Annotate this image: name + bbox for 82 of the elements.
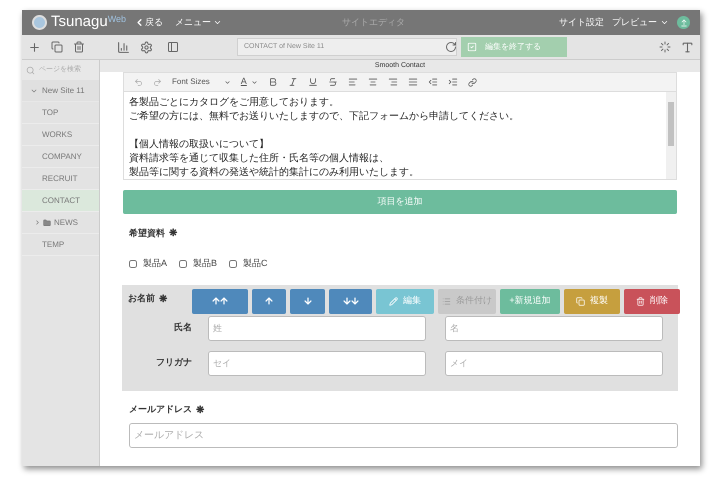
add-button[interactable]: +新規追加 — [500, 288, 560, 314]
caret-icon — [660, 18, 669, 27]
down-button[interactable] — [290, 288, 325, 314]
caret-icon — [213, 18, 222, 27]
reload-icon[interactable] — [445, 41, 457, 53]
field-label: お名前 — [128, 292, 155, 304]
row-label: フリガナ — [155, 356, 193, 370]
up-button[interactable] — [252, 288, 286, 314]
pencil-icon — [389, 296, 398, 306]
checkbox-label[interactable]: 製品A — [143, 257, 168, 270]
text-input[interactable]: 姓 — [208, 316, 426, 340]
editor-text-line: 資料請求等を通じて収集した住所・氏名等の個人情報は、 — [129, 152, 390, 166]
checkbox[interactable] — [129, 260, 137, 268]
align-justify-icon[interactable] — [408, 77, 418, 87]
font-size-dropdown[interactable]: Font Sizes — [172, 76, 231, 88]
logo-icon — [32, 15, 47, 30]
back-link[interactable]: 戻る — [134, 16, 164, 30]
preview-dropdown[interactable]: プレビュー — [612, 16, 669, 30]
field-label: 希望資料 — [129, 226, 165, 240]
caret-icon — [250, 78, 258, 86]
page-tree-item[interactable]: CONTACT — [22, 190, 99, 212]
search-icon — [26, 66, 35, 74]
delete-button[interactable]: 削除 — [624, 288, 680, 314]
editor-text-line: 各製品ごとにカタログをご用意しております。 — [129, 96, 340, 110]
spinner-icon[interactable] — [659, 41, 671, 53]
text-input[interactable]: メールアドレス — [129, 422, 678, 448]
required-mark: ❋ — [159, 292, 167, 306]
checkbox[interactable] — [179, 260, 188, 268]
text-input[interactable]: セイ — [208, 350, 426, 376]
text-input[interactable]: 名 — [445, 316, 663, 340]
required-mark: ❋ — [196, 404, 204, 418]
bottom-button[interactable] — [329, 288, 372, 314]
trash-icon — [636, 296, 645, 306]
chart-icon[interactable] — [117, 40, 130, 54]
add-item-button[interactable]: 項目を追加 — [123, 190, 677, 214]
align-left-icon[interactable] — [348, 77, 358, 87]
editor-text-line: ご希望の方には、無料でお送りいたしますので、下記フォームから申請してください。 — [129, 110, 520, 124]
editor-text-line: 製品等に関する資料の発送や統計的集計にのみ利用いたします。 — [129, 166, 420, 179]
checkbox[interactable] — [229, 260, 238, 268]
row-label: 氏名 — [173, 321, 193, 334]
indent-icon[interactable] — [448, 77, 458, 87]
copy-icon — [576, 296, 585, 306]
page-tree-item[interactable]: New Site 11 — [22, 80, 99, 102]
folder-icon — [43, 218, 51, 226]
underline-icon[interactable] — [308, 77, 318, 87]
text-color-dropdown[interactable]: A — [240, 75, 258, 89]
align-right-icon[interactable] — [388, 77, 398, 87]
strikethrough-icon[interactable] — [328, 77, 338, 87]
publish-icon[interactable] — [677, 16, 690, 29]
add-page-icon[interactable] — [28, 40, 41, 54]
caret-icon — [224, 78, 231, 86]
down-arrow-icon — [302, 296, 312, 306]
outdent-icon[interactable] — [428, 77, 438, 87]
italic-icon[interactable] — [288, 77, 298, 87]
checkbox-label[interactable]: 製品B — [193, 257, 218, 270]
double-up-arrow-icon — [211, 296, 229, 306]
top-button[interactable] — [192, 288, 248, 314]
menu-dropdown[interactable]: メニュー — [175, 16, 222, 30]
trash-icon[interactable] — [73, 41, 85, 53]
text-icon[interactable] — [681, 40, 694, 54]
checkbox-label[interactable]: 製品C — [243, 257, 268, 270]
editor-text-line: 【個人情報の取扱いについて】 — [129, 138, 270, 152]
settings-icon[interactable] — [140, 40, 153, 54]
panel-icon[interactable] — [167, 41, 179, 53]
text-input[interactable]: メイ — [445, 350, 663, 376]
up-arrow-icon — [264, 296, 274, 306]
logo-suffix: Web — [108, 13, 126, 26]
text-editor[interactable]: 各製品ごとにカタログをご用意しております。 ご希望の方には、無料でお送りいたしますので、下記フォームから申請してください。 【個人情報の取扱いについて】 資料請求等を通じて収集した住所・氏名等の個人情報は、 製品等に関する資料の発送や統計的集計にのみ利用いたします。 — [123, 92, 677, 180]
edit-button[interactable]: 編集 — [376, 288, 434, 314]
bold-icon[interactable] — [268, 77, 278, 87]
copy-button[interactable]: 複製 — [564, 288, 620, 314]
site-settings-link[interactable]: サイト設定 — [559, 16, 604, 30]
field-label: メールアドレス — [129, 403, 192, 416]
duplicate-icon[interactable] — [51, 41, 63, 53]
align-center-icon[interactable] — [368, 77, 378, 87]
expand-chevron-icon[interactable] — [34, 219, 41, 226]
list-icon — [442, 296, 451, 306]
link-icon[interactable] — [468, 78, 477, 86]
double-down-arrow-icon — [342, 296, 360, 306]
check-icon — [467, 42, 477, 52]
required-mark: ❋ — [169, 227, 177, 241]
logo-text: Tsunagu — [51, 12, 108, 32]
